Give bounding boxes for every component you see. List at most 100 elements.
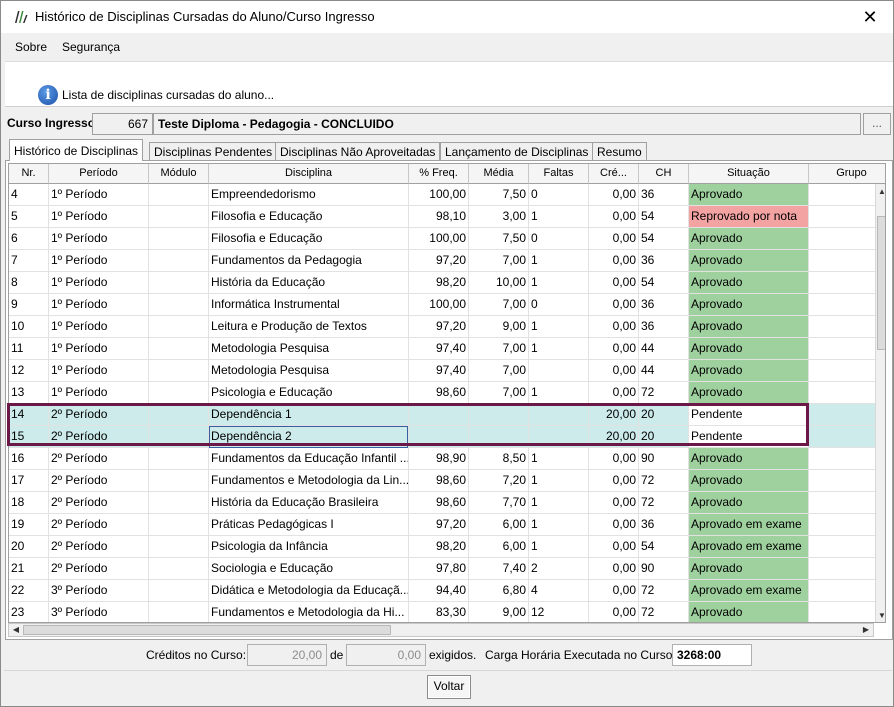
- table-row[interactable]: 13 1º Período Psicologia e Educação 98,60 7,…: [9, 382, 885, 404]
- cell-cred[interactable]: 0,00: [589, 338, 639, 360]
- cell-media[interactable]: 7,70: [469, 492, 529, 514]
- cell-faltas[interactable]: 0: [529, 184, 589, 206]
- cell-cred[interactable]: 20,00: [589, 404, 639, 426]
- cell-cred[interactable]: 0,00: [589, 184, 639, 206]
- cell-periodo[interactable]: 2º Período: [49, 492, 149, 514]
- cell-media[interactable]: 7,20: [469, 470, 529, 492]
- column-header-modulo[interactable]: Módulo: [149, 164, 209, 184]
- cell-media[interactable]: 6,00: [469, 514, 529, 536]
- cell-ch[interactable]: 90: [639, 448, 689, 470]
- column-header-cred[interactable]: Cré...: [589, 164, 639, 184]
- cell-situacao[interactable]: Pendente: [689, 426, 809, 448]
- menu-item-seguranca[interactable]: Segurança: [62, 40, 120, 54]
- cell-nr[interactable]: 5: [9, 206, 49, 228]
- cell-ch[interactable]: 36: [639, 184, 689, 206]
- cell-freq[interactable]: 100,00: [409, 294, 469, 316]
- cell-freq[interactable]: [409, 404, 469, 426]
- cell-cred[interactable]: 0,00: [589, 580, 639, 602]
- column-header-faltas[interactable]: Faltas: [529, 164, 589, 184]
- cell-faltas[interactable]: 0: [529, 294, 589, 316]
- cell-periodo[interactable]: 1º Período: [49, 360, 149, 382]
- cell-cred[interactable]: 0,00: [589, 228, 639, 250]
- cell-modulo[interactable]: [149, 382, 209, 404]
- column-header-freq[interactable]: % Freq.: [409, 164, 469, 184]
- cell-modulo[interactable]: [149, 272, 209, 294]
- cell-ch[interactable]: 90: [639, 558, 689, 580]
- cell-media[interactable]: 6,80: [469, 580, 529, 602]
- cell-periodo[interactable]: 2º Período: [49, 448, 149, 470]
- cell-disciplina[interactable]: Leitura e Produção de Textos: [209, 316, 409, 338]
- cell-faltas[interactable]: [529, 360, 589, 382]
- cell-ch[interactable]: 72: [639, 602, 689, 622]
- cell-situacao[interactable]: Aprovado: [689, 448, 809, 470]
- cell-disciplina[interactable]: História da Educação Brasileira: [209, 492, 409, 514]
- tab-historico[interactable]: Histórico de Disciplinas: [9, 139, 144, 161]
- cell-modulo[interactable]: [149, 558, 209, 580]
- cell-cred[interactable]: 0,00: [589, 294, 639, 316]
- cell-cred[interactable]: 0,00: [589, 470, 639, 492]
- cell-situacao[interactable]: Aprovado: [689, 338, 809, 360]
- cell-modulo[interactable]: [149, 316, 209, 338]
- cell-disciplina[interactable]: Filosofia e Educação: [209, 228, 409, 250]
- cell-disciplina[interactable]: Psicologia e Educação: [209, 382, 409, 404]
- cell-situacao[interactable]: Aprovado: [689, 272, 809, 294]
- vertical-scrollbar[interactable]: ▲ ▼: [875, 184, 885, 622]
- cell-disciplina[interactable]: Dependência 2: [209, 426, 409, 448]
- cell-media[interactable]: 3,00: [469, 206, 529, 228]
- scroll-right-icon[interactable]: ▶: [859, 624, 873, 636]
- cell-freq[interactable]: 97,40: [409, 338, 469, 360]
- cell-situacao[interactable]: Aprovado: [689, 184, 809, 206]
- cell-situacao[interactable]: Aprovado em exame: [689, 536, 809, 558]
- cell-ch[interactable]: 72: [639, 492, 689, 514]
- cell-faltas[interactable]: 1: [529, 536, 589, 558]
- cell-faltas[interactable]: 0: [529, 228, 589, 250]
- cell-cred[interactable]: 0,00: [589, 602, 639, 622]
- cell-cred[interactable]: 0,00: [589, 272, 639, 294]
- cell-nr[interactable]: 13: [9, 382, 49, 404]
- cell-situacao[interactable]: Aprovado: [689, 558, 809, 580]
- cell-freq[interactable]: 98,60: [409, 382, 469, 404]
- cell-situacao[interactable]: Pendente: [689, 404, 809, 426]
- cell-nr[interactable]: 23: [9, 602, 49, 622]
- cell-media[interactable]: 7,00: [469, 338, 529, 360]
- cell-disciplina[interactable]: Fundamentos da Educação Infantil ...: [209, 448, 409, 470]
- scroll-left-icon[interactable]: ◀: [9, 624, 23, 636]
- cell-modulo[interactable]: [149, 580, 209, 602]
- cell-faltas[interactable]: 1: [529, 448, 589, 470]
- column-header-disciplina[interactable]: Disciplina: [209, 164, 409, 184]
- cell-media[interactable]: 7,50: [469, 228, 529, 250]
- column-header-ch[interactable]: CH: [639, 164, 689, 184]
- cell-periodo[interactable]: 1º Período: [49, 382, 149, 404]
- column-header-situacao[interactable]: Situação: [689, 164, 809, 184]
- curso-name-field[interactable]: Teste Diploma - Pedagogia - CONCLUIDO: [153, 113, 861, 135]
- cell-freq[interactable]: [409, 426, 469, 448]
- cell-freq[interactable]: 97,20: [409, 514, 469, 536]
- disciplinas-grid[interactable]: Nr. Período Módulo Disciplina% Freq. Média Fa…: [8, 163, 886, 623]
- cell-situacao[interactable]: Aprovado: [689, 470, 809, 492]
- cell-ch[interactable]: 54: [639, 228, 689, 250]
- tab-pendentes[interactable]: Disciplinas Pendentes: [149, 142, 278, 161]
- cell-modulo[interactable]: [149, 514, 209, 536]
- cell-disciplina[interactable]: Metodologia Pesquisa: [209, 338, 409, 360]
- cell-freq[interactable]: 97,20: [409, 250, 469, 272]
- cell-freq[interactable]: 98,60: [409, 492, 469, 514]
- cell-media[interactable]: 10,00: [469, 272, 529, 294]
- cell-modulo[interactable]: [149, 250, 209, 272]
- cell-faltas[interactable]: [529, 404, 589, 426]
- cell-situacao[interactable]: Reprovado por nota: [689, 206, 809, 228]
- cell-disciplina[interactable]: Dependência 1: [209, 404, 409, 426]
- cell-nr[interactable]: 22: [9, 580, 49, 602]
- cell-media[interactable]: 6,00: [469, 536, 529, 558]
- cell-situacao[interactable]: Aprovado: [689, 382, 809, 404]
- curso-browse-button[interactable]: ...: [863, 113, 891, 135]
- table-row[interactable]: 20 2º Período Psicologia da Infância 98,20 6…: [9, 536, 885, 558]
- table-row[interactable]: 12 1º Período Metodologia Pesquisa 97,40 7,0…: [9, 360, 885, 382]
- table-row[interactable]: 5 1º Período Filosofia e Educação 98,10 3,00…: [9, 206, 885, 228]
- cell-nr[interactable]: 7: [9, 250, 49, 272]
- cell-disciplina[interactable]: Metodologia Pesquisa: [209, 360, 409, 382]
- cell-faltas[interactable]: 1: [529, 206, 589, 228]
- cell-periodo[interactable]: 1º Período: [49, 316, 149, 338]
- cell-situacao[interactable]: Aprovado: [689, 316, 809, 338]
- cell-media[interactable]: 9,00: [469, 602, 529, 622]
- cell-disciplina[interactable]: Fundamentos da Pedagogia: [209, 250, 409, 272]
